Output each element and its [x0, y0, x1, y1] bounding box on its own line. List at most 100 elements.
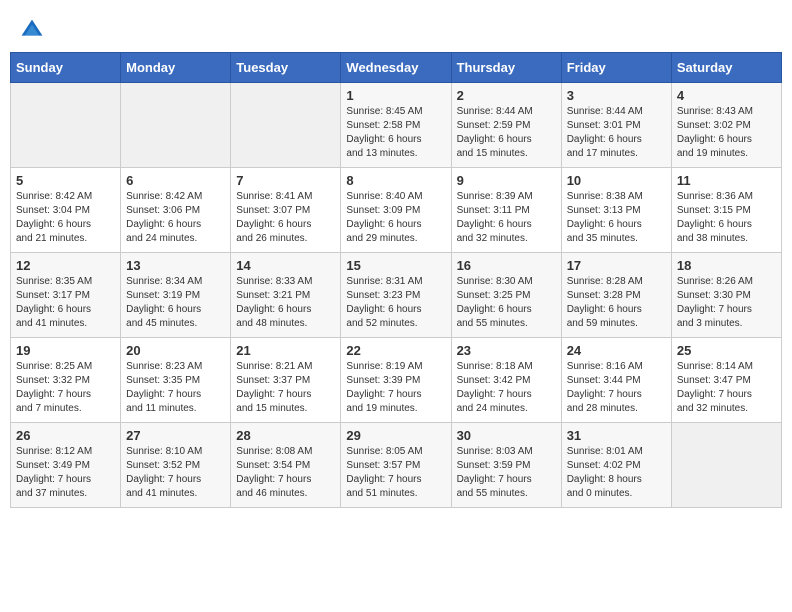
day-number: 24	[567, 343, 666, 358]
calendar-table: SundayMondayTuesdayWednesdayThursdayFrid…	[10, 52, 782, 508]
day-number: 21	[236, 343, 335, 358]
day-number: 14	[236, 258, 335, 273]
day-info: Sunrise: 8:14 AM Sunset: 3:47 PM Dayligh…	[677, 360, 776, 416]
weekday-header-thursday: Thursday	[451, 53, 561, 83]
calendar-cell: 17 Sunrise: 8:28 AM Sunset: 3:28 PM Dayli…	[561, 253, 671, 338]
calendar-cell: 10Sunrise: 8:38 AM Sunset: 3:13 PM Dayli…	[561, 168, 671, 253]
day-number: 2	[457, 88, 556, 103]
calendar-cell: 19 Sunrise: 8:25 AM Sunset: 3:32 PM Dayli…	[11, 338, 121, 423]
day-number: 12	[16, 258, 115, 273]
calendar-cell: 26 Sunrise: 8:12 AM Sunset: 3:49 PM Dayli…	[11, 423, 121, 508]
logo-icon	[20, 18, 44, 42]
day-number: 8	[346, 173, 445, 188]
calendar-cell: 18 Sunrise: 8:26 AM Sunset: 3:30 PM Dayli…	[671, 253, 781, 338]
week-row-0: 1 Sunrise: 8:45 AM Sunset: 2:58 PM Daylig…	[11, 83, 782, 168]
day-number: 29	[346, 428, 445, 443]
day-number: 18	[677, 258, 776, 273]
day-number: 27	[126, 428, 225, 443]
calendar-cell: 15 Sunrise: 8:31 AM Sunset: 3:23 PM Dayli…	[341, 253, 451, 338]
day-number: 9	[457, 173, 556, 188]
day-info: Sunrise: 8:26 AM Sunset: 3:30 PM Dayligh…	[677, 275, 776, 331]
calendar-cell: 11 Sunrise: 8:36 AM Sunset: 3:15 PM Dayli…	[671, 168, 781, 253]
day-info: Sunrise: 8:03 AM Sunset: 3:59 PM Dayligh…	[457, 445, 556, 501]
weekday-header-saturday: Saturday	[671, 53, 781, 83]
day-info: Sunrise: 8:10 AM Sunset: 3:52 PM Dayligh…	[126, 445, 225, 501]
day-info: Sunrise: 8:16 AM Sunset: 3:44 PM Dayligh…	[567, 360, 666, 416]
calendar-cell: 7Sunrise: 8:41 AM Sunset: 3:07 PM Daylig…	[231, 168, 341, 253]
day-info: Sunrise: 8:40 AM Sunset: 3:09 PM Dayligh…	[346, 190, 445, 246]
calendar-cell	[121, 83, 231, 168]
weekday-header-friday: Friday	[561, 53, 671, 83]
calendar-cell: 20Sunrise: 8:23 AM Sunset: 3:35 PM Dayli…	[121, 338, 231, 423]
header	[0, 0, 792, 52]
calendar-cell: 5 Sunrise: 8:42 AM Sunset: 3:04 PM Daylig…	[11, 168, 121, 253]
calendar-cell	[11, 83, 121, 168]
day-number: 5	[16, 173, 115, 188]
calendar-cell: 12 Sunrise: 8:35 AM Sunset: 3:17 PM Dayli…	[11, 253, 121, 338]
day-number: 1	[346, 88, 445, 103]
calendar-cell: 16Sunrise: 8:30 AM Sunset: 3:25 PM Dayli…	[451, 253, 561, 338]
day-info: Sunrise: 8:31 AM Sunset: 3:23 PM Dayligh…	[346, 275, 445, 331]
day-number: 17	[567, 258, 666, 273]
day-info: Sunrise: 8:45 AM Sunset: 2:58 PM Dayligh…	[346, 105, 445, 161]
calendar-cell: 8 Sunrise: 8:40 AM Sunset: 3:09 PM Daylig…	[341, 168, 451, 253]
day-info: Sunrise: 8:05 AM Sunset: 3:57 PM Dayligh…	[346, 445, 445, 501]
weekday-header-wednesday: Wednesday	[341, 53, 451, 83]
day-number: 30	[457, 428, 556, 443]
calendar-cell: 2 Sunrise: 8:44 AM Sunset: 2:59 PM Daylig…	[451, 83, 561, 168]
calendar-cell: 24 Sunrise: 8:16 AM Sunset: 3:44 PM Dayli…	[561, 338, 671, 423]
calendar-cell: 30 Sunrise: 8:03 AM Sunset: 3:59 PM Dayli…	[451, 423, 561, 508]
day-info: Sunrise: 8:39 AM Sunset: 3:11 PM Dayligh…	[457, 190, 556, 246]
day-number: 10	[567, 173, 666, 188]
day-number: 3	[567, 88, 666, 103]
day-info: Sunrise: 8:33 AM Sunset: 3:21 PM Dayligh…	[236, 275, 335, 331]
calendar-cell: 4 Sunrise: 8:43 AM Sunset: 3:02 PM Daylig…	[671, 83, 781, 168]
day-info: Sunrise: 8:41 AM Sunset: 3:07 PM Dayligh…	[236, 190, 335, 246]
calendar-cell: 27 Sunrise: 8:10 AM Sunset: 3:52 PM Dayli…	[121, 423, 231, 508]
calendar-wrapper: SundayMondayTuesdayWednesdayThursdayFrid…	[0, 52, 792, 518]
day-info: Sunrise: 8:44 AM Sunset: 2:59 PM Dayligh…	[457, 105, 556, 161]
day-info: Sunrise: 8:34 AM Sunset: 3:19 PM Dayligh…	[126, 275, 225, 331]
day-number: 13	[126, 258, 225, 273]
day-number: 4	[677, 88, 776, 103]
day-info: Sunrise: 8:28 AM Sunset: 3:28 PM Dayligh…	[567, 275, 666, 331]
day-info: Sunrise: 8:43 AM Sunset: 3:02 PM Dayligh…	[677, 105, 776, 161]
week-row-4: 26 Sunrise: 8:12 AM Sunset: 3:49 PM Dayli…	[11, 423, 782, 508]
day-number: 15	[346, 258, 445, 273]
day-info: Sunrise: 8:42 AM Sunset: 3:04 PM Dayligh…	[16, 190, 115, 246]
day-info: Sunrise: 8:42 AM Sunset: 3:06 PM Dayligh…	[126, 190, 225, 246]
calendar-cell: 31 Sunrise: 8:01 AM Sunset: 4:02 PM Dayli…	[561, 423, 671, 508]
calendar-cell	[671, 423, 781, 508]
day-number: 26	[16, 428, 115, 443]
day-info: Sunrise: 8:35 AM Sunset: 3:17 PM Dayligh…	[16, 275, 115, 331]
calendar-cell: 29 Sunrise: 8:05 AM Sunset: 3:57 PM Dayli…	[341, 423, 451, 508]
day-info: Sunrise: 8:36 AM Sunset: 3:15 PM Dayligh…	[677, 190, 776, 246]
page-container: SundayMondayTuesdayWednesdayThursdayFrid…	[0, 0, 792, 518]
day-number: 19	[16, 343, 115, 358]
day-number: 11	[677, 173, 776, 188]
day-number: 25	[677, 343, 776, 358]
weekday-header-monday: Monday	[121, 53, 231, 83]
calendar-cell: 25 Sunrise: 8:14 AM Sunset: 3:47 PM Dayli…	[671, 338, 781, 423]
day-info: Sunrise: 8:01 AM Sunset: 4:02 PM Dayligh…	[567, 445, 666, 501]
calendar-cell	[231, 83, 341, 168]
day-info: Sunrise: 8:08 AM Sunset: 3:54 PM Dayligh…	[236, 445, 335, 501]
day-number: 20	[126, 343, 225, 358]
calendar-cell: 23Sunrise: 8:18 AM Sunset: 3:42 PM Dayli…	[451, 338, 561, 423]
day-number: 31	[567, 428, 666, 443]
logo	[20, 18, 48, 42]
weekday-header-sunday: Sunday	[11, 53, 121, 83]
calendar-cell: 21Sunrise: 8:21 AM Sunset: 3:37 PM Dayli…	[231, 338, 341, 423]
weekday-header-tuesday: Tuesday	[231, 53, 341, 83]
calendar-cell: 14 Sunrise: 8:33 AM Sunset: 3:21 PM Dayli…	[231, 253, 341, 338]
calendar-cell: 3Sunrise: 8:44 AM Sunset: 3:01 PM Daylig…	[561, 83, 671, 168]
day-info: Sunrise: 8:12 AM Sunset: 3:49 PM Dayligh…	[16, 445, 115, 501]
calendar-cell: 6Sunrise: 8:42 AM Sunset: 3:06 PM Daylig…	[121, 168, 231, 253]
day-info: Sunrise: 8:19 AM Sunset: 3:39 PM Dayligh…	[346, 360, 445, 416]
day-info: Sunrise: 8:25 AM Sunset: 3:32 PM Dayligh…	[16, 360, 115, 416]
calendar-cell: 9 Sunrise: 8:39 AM Sunset: 3:11 PM Daylig…	[451, 168, 561, 253]
calendar-cell: 13 Sunrise: 8:34 AM Sunset: 3:19 PM Dayli…	[121, 253, 231, 338]
calendar-cell: 22Sunrise: 8:19 AM Sunset: 3:39 PM Dayli…	[341, 338, 451, 423]
day-number: 23	[457, 343, 556, 358]
day-number: 28	[236, 428, 335, 443]
